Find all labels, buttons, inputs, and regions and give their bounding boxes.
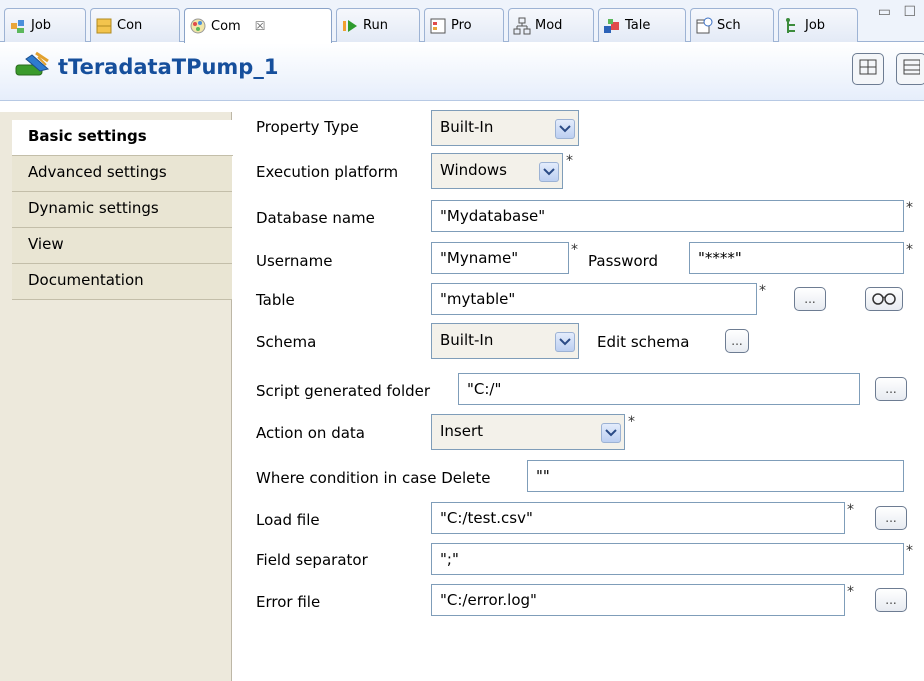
tab-run[interactable]: Run xyxy=(336,8,420,42)
password-label: Password xyxy=(588,252,659,270)
tab-problems[interactable]: Pro xyxy=(424,8,504,42)
required-mark: * xyxy=(847,584,854,600)
view-tab-bar: Job Con Com ☒ Run Pro Mod Tale Sch Job ▭… xyxy=(0,0,924,43)
error-file-input[interactable]: "C:/error.log" xyxy=(431,584,845,616)
required-mark: * xyxy=(906,543,913,559)
execution-platform-value: Windows xyxy=(440,161,507,179)
chevron-down-icon xyxy=(555,332,575,352)
tab-component[interactable]: Com ☒ xyxy=(184,8,332,43)
talend-icon xyxy=(603,17,621,35)
job-icon xyxy=(9,17,27,35)
required-mark: * xyxy=(906,242,913,258)
username-input[interactable]: "Myname" xyxy=(431,242,569,274)
component-title: tTeradataTPump_1 xyxy=(58,55,279,79)
tab-label: Mod xyxy=(535,18,563,33)
component-header: tTeradataTPump_1 xyxy=(0,43,924,101)
table-browse-button[interactable]: ... xyxy=(794,287,826,311)
layout-grid-button[interactable] xyxy=(852,53,884,85)
teradata-component-icon xyxy=(12,51,52,93)
maximize-button[interactable]: ☐ xyxy=(903,4,920,20)
problems-icon xyxy=(429,17,447,35)
tab-modules[interactable]: Mod xyxy=(508,8,594,42)
load-file-input[interactable]: "C:/test.csv" xyxy=(431,502,845,534)
nav-basic-settings[interactable]: Basic settings xyxy=(12,120,233,156)
contexts-icon xyxy=(95,17,113,35)
guess-schema-button[interactable] xyxy=(865,287,903,311)
tab-label: Job xyxy=(805,18,826,33)
table-input[interactable]: "mytable" xyxy=(431,283,757,315)
error-file-label: Error file xyxy=(256,593,321,611)
script-folder-input[interactable]: "C:/" xyxy=(458,373,860,405)
tab-contexts[interactable]: Con xyxy=(90,8,180,42)
component-icon xyxy=(189,17,207,35)
settings-nav: Basic settings Advanced settings Dynamic… xyxy=(0,112,233,681)
table-label: Table xyxy=(256,291,295,309)
tab-talend-exchange[interactable]: Tale xyxy=(598,8,686,42)
nav-advanced-settings[interactable]: Advanced settings xyxy=(12,156,232,192)
tab-label: Pro xyxy=(451,18,472,33)
list-icon xyxy=(902,58,921,80)
tab-job[interactable]: Job xyxy=(4,8,86,42)
tab-label: Run xyxy=(363,18,388,33)
nav-documentation[interactable]: Documentation xyxy=(12,264,232,300)
modules-icon xyxy=(513,17,531,35)
tab-label: Sch xyxy=(717,18,741,33)
minimize-button[interactable]: ▭ xyxy=(878,4,895,20)
action-on-data-select[interactable]: Insert xyxy=(431,414,625,450)
nav-view[interactable]: View xyxy=(12,228,232,264)
action-on-data-value: Insert xyxy=(440,422,484,440)
chevron-down-icon xyxy=(601,423,621,443)
required-mark: * xyxy=(847,502,854,518)
edit-schema-label: Edit schema xyxy=(597,333,690,351)
database-name-label: Database name xyxy=(256,209,375,227)
property-type-label: Property Type xyxy=(256,118,359,136)
required-mark: * xyxy=(571,242,578,258)
property-type-select[interactable]: Built-In xyxy=(431,110,579,146)
database-name-input[interactable]: "Mydatabase" xyxy=(431,200,904,232)
glasses-icon xyxy=(871,291,897,308)
password-input[interactable]: "****" xyxy=(689,242,904,274)
tab-label: Job xyxy=(31,18,52,33)
grid-icon xyxy=(859,58,877,80)
close-icon[interactable]: ☒ xyxy=(255,19,266,33)
tab-label: Tale xyxy=(625,18,651,33)
execution-platform-select[interactable]: Windows xyxy=(431,153,563,189)
tab-label: Con xyxy=(117,18,143,33)
chevron-down-icon xyxy=(539,162,559,182)
script-folder-browse-button[interactable]: ... xyxy=(875,377,907,401)
property-type-value: Built-In xyxy=(440,118,494,136)
job-hierarchy-icon xyxy=(783,17,801,35)
required-mark: * xyxy=(566,153,573,169)
chevron-down-icon xyxy=(555,119,575,139)
run-icon xyxy=(341,17,359,35)
schema-select[interactable]: Built-In xyxy=(431,323,579,359)
required-mark: * xyxy=(628,414,635,430)
edit-schema-button[interactable]: ... xyxy=(725,329,749,353)
execution-platform-label: Execution platform xyxy=(256,163,399,181)
load-file-browse-button[interactable]: ... xyxy=(875,506,907,530)
error-file-browse-button[interactable]: ... xyxy=(875,588,907,612)
schema-label: Schema xyxy=(256,333,317,351)
where-condition-label: Where condition in case Delete xyxy=(256,469,491,487)
script-folder-label: Script generated folder xyxy=(256,382,431,400)
tab-scheduler[interactable]: Sch xyxy=(690,8,774,42)
window-controls: ▭ ☐ xyxy=(878,4,920,20)
where-condition-input[interactable]: "" xyxy=(527,460,904,492)
action-on-data-label: Action on data xyxy=(256,424,365,442)
layout-list-button[interactable] xyxy=(896,53,924,85)
load-file-label: Load file xyxy=(256,511,320,529)
required-mark: * xyxy=(906,200,913,216)
tab-label: Com xyxy=(211,18,241,34)
required-mark: * xyxy=(759,283,766,299)
schema-value: Built-In xyxy=(440,331,494,349)
tab-job-hierarchy[interactable]: Job xyxy=(778,8,858,42)
nav-dynamic-settings[interactable]: Dynamic settings xyxy=(12,192,232,228)
field-separator-input[interactable]: ";" xyxy=(431,543,904,575)
field-separator-label: Field separator xyxy=(256,551,368,569)
scheduler-icon xyxy=(695,17,713,35)
username-label: Username xyxy=(256,252,333,270)
